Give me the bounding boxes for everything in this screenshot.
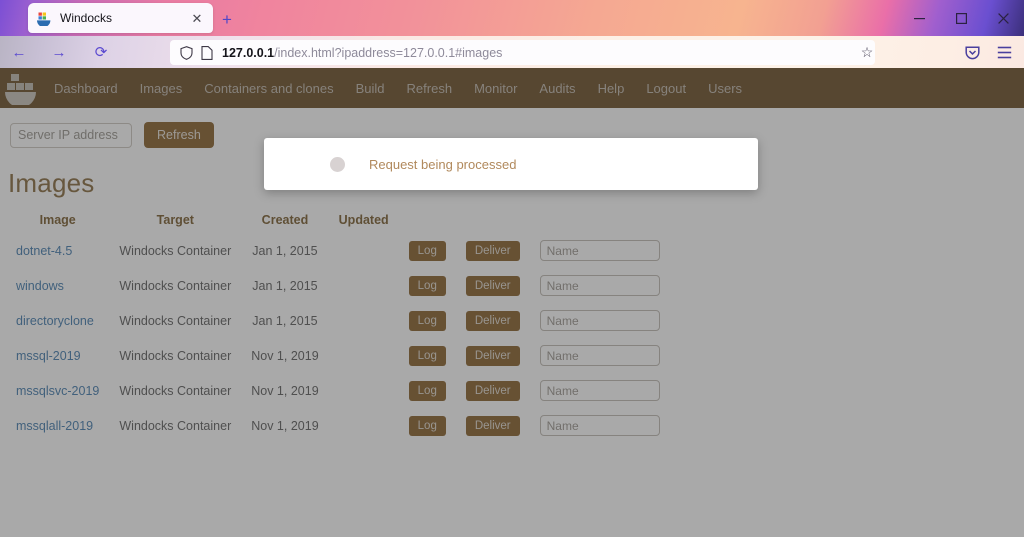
hamburger-menu-icon[interactable] — [994, 42, 1014, 62]
shield-icon — [178, 44, 195, 61]
pocket-icon[interactable] — [962, 42, 982, 62]
loading-spinner-icon — [330, 156, 345, 172]
url-bar[interactable]: 127.0.0.1/index.html?ipaddress=127.0.0.1… — [170, 40, 875, 65]
forward-icon[interactable]: → — [44, 36, 74, 68]
windocks-favicon — [36, 10, 52, 28]
back-icon[interactable]: ← — [4, 36, 34, 68]
url-path: /index.html?ipaddress=127.0.0.1#images — [274, 45, 503, 60]
tab-title: Windocks — [60, 11, 113, 25]
close-icon[interactable]: ✕ — [189, 10, 205, 26]
modal-message: Request being processed — [369, 156, 517, 172]
reload-icon[interactable]: ⟳ — [86, 36, 116, 68]
processing-modal: Request being processed — [264, 138, 758, 190]
url-host: 127.0.0.1 — [222, 45, 275, 60]
page-info-icon — [198, 44, 215, 61]
url-text: 127.0.0.1/index.html?ipaddress=127.0.0.1… — [222, 46, 502, 60]
window-close-icon[interactable] — [982, 0, 1024, 36]
browser-titlebar: Windocks ✕ + — [0, 0, 1024, 36]
minimize-icon[interactable] — [898, 0, 940, 36]
maximize-icon[interactable] — [940, 0, 982, 36]
browser-tab[interactable]: Windocks ✕ — [28, 3, 213, 33]
new-tab-button[interactable]: + — [216, 8, 238, 30]
window-controls — [898, 0, 1024, 36]
bookmark-star-icon[interactable]: ☆ — [858, 43, 876, 61]
